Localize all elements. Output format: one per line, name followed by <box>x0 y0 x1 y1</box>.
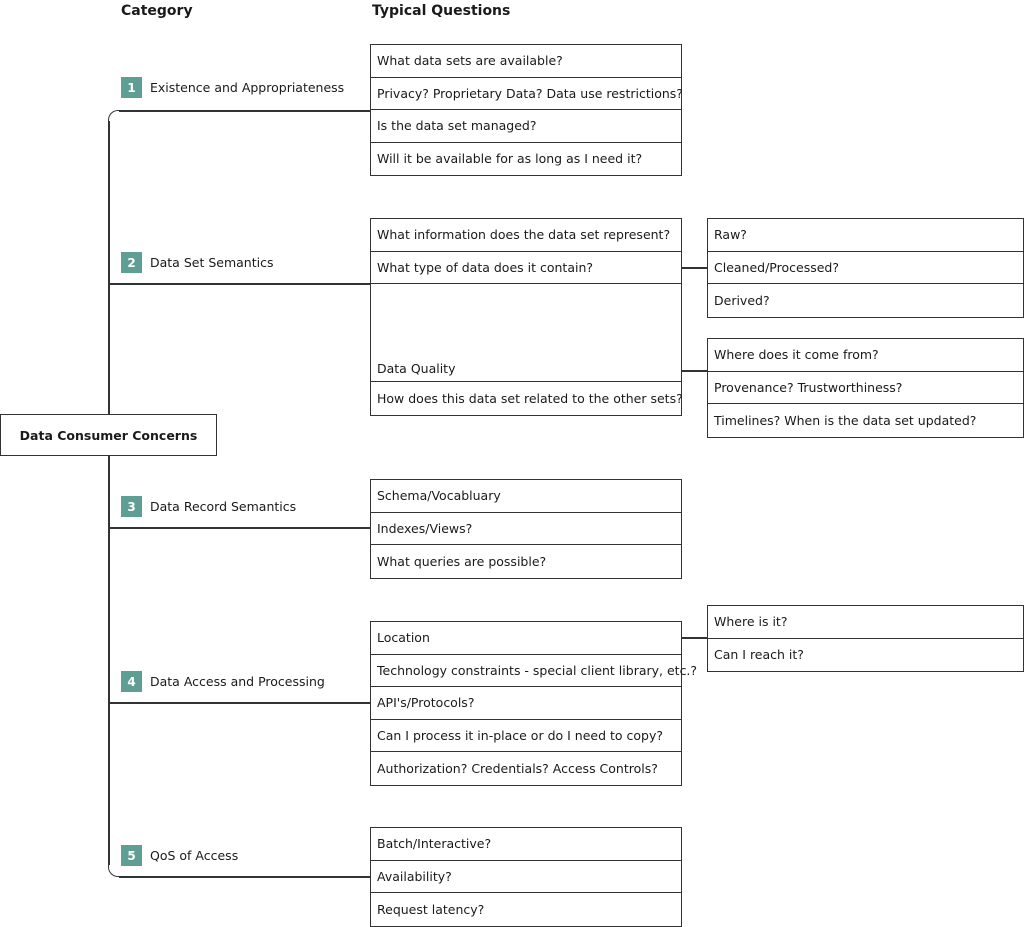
category-1: 1 Existence and Appropriateness <box>121 77 344 98</box>
questions-box-1: What data sets are available? Privacy? P… <box>370 44 683 176</box>
question-row: Schema/Vocabluary <box>371 480 681 513</box>
question-row: What information does the data set repre… <box>371 219 681 252</box>
branch-line-5 <box>119 876 370 878</box>
subquestion-row: Raw? <box>708 219 1023 252</box>
question-row: What type of data does it contain? <box>371 252 681 284</box>
question-row: Authorization? Credentials? Access Contr… <box>377 760 658 776</box>
question-row: Indexes/Views? <box>371 513 681 545</box>
category-2: 2 Data Set Semantics <box>121 252 273 273</box>
subquestion-row: Derived? <box>714 292 770 308</box>
category-column-header: Category <box>121 3 193 19</box>
branch-line-1 <box>119 110 370 112</box>
branch-line-3 <box>108 527 370 529</box>
questions-box-2: What information does the data set repre… <box>370 218 683 416</box>
question-row: Location <box>371 622 681 655</box>
question-row: API's/Protocols? <box>371 687 681 720</box>
subquestion-row: Can I reach it? <box>714 647 804 663</box>
question-row: Privacy? Proprietary Data? Data use rest… <box>371 78 683 110</box>
category-4: 4 Data Access and Processing <box>121 671 325 692</box>
question-row: Can I process it in-place or do I need t… <box>371 720 681 752</box>
question-row: What queries are possible? <box>377 553 547 569</box>
question-row: Will it be available for as long as I ne… <box>377 151 643 167</box>
sub-branch-line-location <box>681 637 707 639</box>
category-number-badge: 3 <box>121 496 142 517</box>
category-label: Existence and Appropriateness <box>150 80 345 95</box>
questions-box-4: Location Technology constraints - specia… <box>370 621 697 786</box>
branch-line-4 <box>108 702 370 704</box>
questions-box-5: Batch/Interactive? Availability? Request… <box>370 827 682 927</box>
subquestion-row: Where does it come from? <box>708 339 1023 372</box>
category-label: Data Set Semantics <box>150 255 274 270</box>
subquestion-row: Provenance? Trustworthiness? <box>708 372 1023 404</box>
branch-line-2 <box>108 283 370 285</box>
questions-box-3: Schema/Vocabluary Indexes/Views? What qu… <box>370 479 682 579</box>
trunk-line <box>108 121 110 865</box>
subquestion-row: Cleaned/Processed? <box>708 252 1023 284</box>
category-label: Data Access and Processing <box>150 674 325 689</box>
category-3: 3 Data Record Semantics <box>121 496 296 517</box>
question-row: What data sets are available? <box>371 45 681 78</box>
category-number-badge: 2 <box>121 252 142 273</box>
sub-branch-line-quality <box>681 370 707 372</box>
questions-column-header: Typical Questions <box>372 3 511 19</box>
question-row: Is the data set managed? <box>371 110 681 143</box>
question-row: How does this data set related to the ot… <box>377 390 683 406</box>
subquestion-row: Where is it? <box>708 606 1023 639</box>
subquestion-row: Timelines? When is the data set updated? <box>714 412 977 428</box>
category-label: QoS of Access <box>150 848 239 863</box>
root-node: Data Consumer Concerns <box>0 414 217 456</box>
subquestions-box-location: Where is it? Can I reach it? <box>707 605 1024 672</box>
category-number-badge: 4 <box>121 671 142 692</box>
question-row: Request latency? <box>377 901 485 917</box>
subquestions-box-data-quality: Where does it come from? Provenance? Tru… <box>707 338 1024 438</box>
sub-branch-line-type <box>681 267 707 269</box>
question-row: Technology constraints - special client … <box>371 655 697 687</box>
category-number-badge: 5 <box>121 845 142 866</box>
question-row: Batch/Interactive? <box>371 828 681 861</box>
trunk-top-corner <box>108 110 121 123</box>
category-number-badge: 1 <box>121 77 142 98</box>
category-label: Data Record Semantics <box>150 499 297 514</box>
question-row: Availability? <box>371 861 681 893</box>
subquestions-box-data-type: Raw? Cleaned/Processed? Derived? <box>707 218 1024 318</box>
question-row: Data Quality <box>371 284 681 382</box>
category-5: 5 QoS of Access <box>121 845 238 866</box>
